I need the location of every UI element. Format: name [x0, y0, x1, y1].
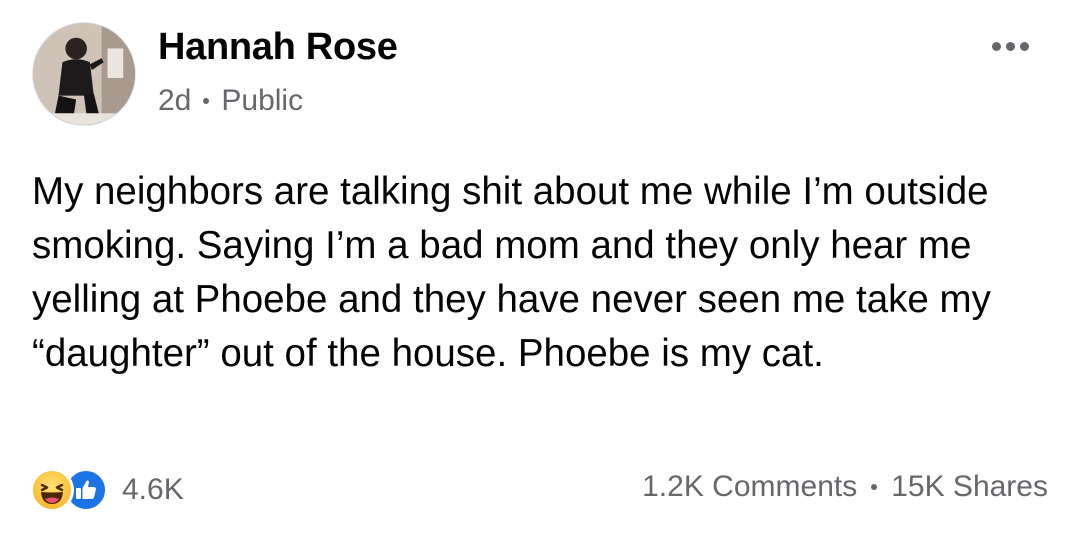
more-options-icon — [991, 41, 1001, 51]
post-card: Hannah Rose 2d Public My neighbors are t… — [0, 0, 1080, 536]
post-meta: 2d Public — [158, 84, 303, 118]
post-text: My neighbors are talking shit about me w… — [32, 170, 991, 375]
more-options-button[interactable] — [980, 28, 1040, 64]
reaction-count: 4.6K — [122, 473, 184, 506]
shares-count-link[interactable]: 15K Shares — [891, 470, 1048, 504]
more-options-icon — [1005, 41, 1015, 51]
post-audience[interactable]: Public — [221, 84, 303, 118]
profile-photo-icon — [33, 23, 135, 125]
haha-icon — [30, 468, 74, 512]
separator-dot — [203, 98, 210, 104]
avatar[interactable] — [32, 22, 136, 126]
comments-count-link[interactable]: 1.2K Comments — [642, 470, 857, 504]
separator-dot — [871, 484, 878, 490]
author-name[interactable]: Hannah Rose — [158, 26, 398, 69]
more-options-icon — [1019, 41, 1029, 51]
reactions-summary[interactable]: 4.6K — [30, 468, 184, 512]
engagement-stats: 1.2K Comments 15K Shares — [642, 470, 1048, 504]
post-time[interactable]: 2d — [158, 84, 191, 118]
